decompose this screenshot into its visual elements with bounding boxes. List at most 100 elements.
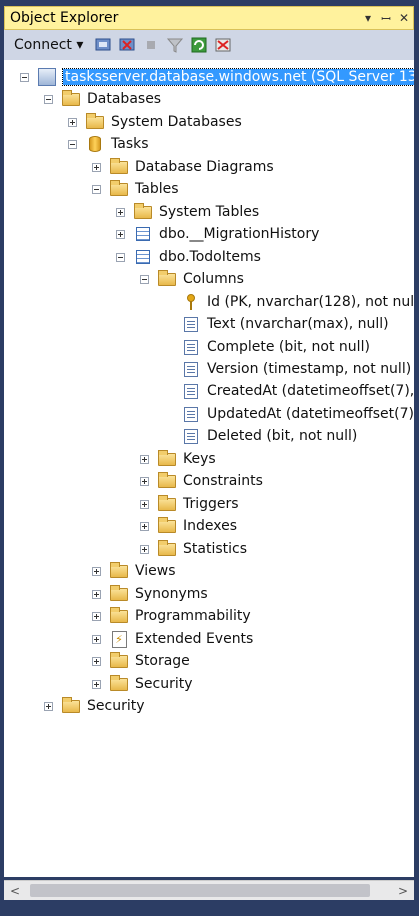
column-icon [181,315,201,333]
tree-node-tasks[interactable]: Tasks [68,133,149,155]
tree-node-label: Statistics [183,541,247,557]
object-explorer-tree: tasksserver.database.windows.net (SQL Se… [4,60,414,877]
tree-node-synonyms[interactable]: Synonyms [92,583,208,605]
expand-toggle[interactable] [92,679,101,689]
tree-node-column-id[interactable]: Id (PK, nvarchar(128), not null) [181,291,414,313]
collapse-toggle[interactable] [44,94,53,104]
tree-node-label: System Tables [159,204,260,220]
tree-node-extended-events[interactable]: ⚡ Extended Events [92,628,253,650]
tree-node-label: Constraints [183,473,263,489]
tree-node-views[interactable]: Views [92,560,176,582]
object-explorer-window: Object Explorer ▾ ꟷ ✕ Connect ▾ tasksser… [0,0,419,916]
table-icon [133,248,153,266]
expand-toggle[interactable] [44,701,53,711]
tree-node-label: Version (timestamp, not null) [207,361,412,377]
server-icon [37,68,57,86]
folder-icon [133,202,153,221]
tree-node-column-text[interactable]: Text (nvarchar(max), null) [181,313,389,335]
activity-monitor-icon[interactable] [213,35,233,55]
folder-icon [109,651,129,670]
refresh-icon[interactable] [189,35,209,55]
expand-toggle[interactable] [92,589,101,599]
expand-toggle[interactable] [140,454,149,464]
collapse-toggle[interactable] [68,139,77,149]
scroll-right-icon[interactable]: > [392,884,414,898]
tree-node-column-complete[interactable]: Complete (bit, not null) [181,336,370,358]
tree-node-tables[interactable]: Tables [92,178,179,200]
tree-node-label: Columns [183,271,244,287]
expand-toggle[interactable] [140,499,149,509]
close-icon[interactable]: ✕ [395,11,413,25]
collapse-toggle[interactable] [140,274,149,284]
folder-icon [109,674,129,693]
folder-icon [109,584,129,603]
expand-toggle[interactable] [92,656,101,666]
collapse-toggle[interactable] [116,252,125,262]
folder-icon [109,157,129,176]
tree-node-server[interactable]: tasksserver.database.windows.net (SQL Se… [20,66,414,88]
folder-icon [109,561,129,580]
tree-node-statistics[interactable]: Statistics [140,538,247,560]
column-icon [181,427,201,445]
expand-toggle[interactable] [116,229,125,239]
tree-node-columns[interactable]: Columns [140,268,244,290]
tree-node-database-diagrams[interactable]: Database Diagrams [92,156,274,178]
auto-hide-pin-icon[interactable]: ꟷ [377,10,395,27]
tree-node-security-db[interactable]: Security [92,673,193,695]
tree-node-column-deleted[interactable]: Deleted (bit, not null) [181,425,357,447]
stop-icon[interactable] [141,35,161,55]
tree-node-system-databases[interactable]: System Databases [68,111,242,133]
folder-icon [157,539,177,558]
tree-node-migration-history[interactable]: dbo.__MigrationHistory [116,223,319,245]
tree-node-label: UpdatedAt (datetimeoffset(7), [207,406,414,422]
expand-toggle[interactable] [140,521,149,531]
tree-node-constraints[interactable]: Constraints [140,470,263,492]
folder-icon [61,696,81,715]
horizontal-scrollbar[interactable]: < > [4,880,414,900]
expand-toggle[interactable] [92,566,101,576]
scrollbar-thumb[interactable] [30,884,370,897]
collapse-toggle[interactable] [20,72,29,82]
folder-icon [157,494,177,513]
expand-toggle[interactable] [116,207,125,217]
connect-object-explorer-icon[interactable] [93,35,113,55]
expand-toggle[interactable] [68,117,77,127]
folder-icon [157,516,177,535]
tree-node-label: Synonyms [135,586,208,602]
disconnect-icon[interactable] [117,35,137,55]
tree-node-triggers[interactable]: Triggers [140,493,239,515]
collapse-toggle[interactable] [92,184,101,194]
tree-node-programmability[interactable]: Programmability [92,605,251,627]
scroll-left-icon[interactable]: < [4,884,26,898]
tree-node-label: Deleted (bit, not null) [207,428,358,444]
folder-icon [157,269,177,288]
tree-node-column-version[interactable]: Version (timestamp, not null) [181,358,411,380]
tree-node-label: Database Diagrams [135,159,274,175]
tree-node-indexes[interactable]: Indexes [140,515,237,537]
connect-button[interactable]: Connect ▾ [14,37,83,53]
tree-node-label: Triggers [183,496,239,512]
tree-node-keys[interactable]: Keys [140,448,216,470]
tree-node-column-updatedat[interactable]: UpdatedAt (datetimeoffset(7), [181,403,414,425]
panel-title: Object Explorer [10,10,119,26]
expand-toggle[interactable] [140,544,149,554]
tree-node-databases[interactable]: Databases [44,88,161,110]
tree-node-label: System Databases [111,114,242,130]
expand-toggle[interactable] [92,611,101,621]
expand-toggle[interactable] [92,162,101,172]
window-position-menu-icon[interactable]: ▾ [359,11,377,25]
tree-node-system-tables[interactable]: System Tables [116,201,259,223]
tree-node-storage[interactable]: Storage [92,650,190,672]
tree-node-label: Keys [183,451,216,467]
filter-icon[interactable] [165,35,185,55]
expand-toggle[interactable] [140,476,149,486]
table-icon [133,225,153,243]
tree-node-todoitems[interactable]: dbo.TodoItems [116,246,261,268]
key-icon [181,293,201,311]
folder-icon [85,112,105,131]
tree-node-label: Programmability [135,608,251,624]
tree-node-security-server[interactable]: Security [44,695,145,717]
expand-toggle[interactable] [92,634,101,644]
tree-node-column-createdat[interactable]: CreatedAt (datetimeoffset(7), n [181,380,414,402]
column-icon [181,405,201,423]
